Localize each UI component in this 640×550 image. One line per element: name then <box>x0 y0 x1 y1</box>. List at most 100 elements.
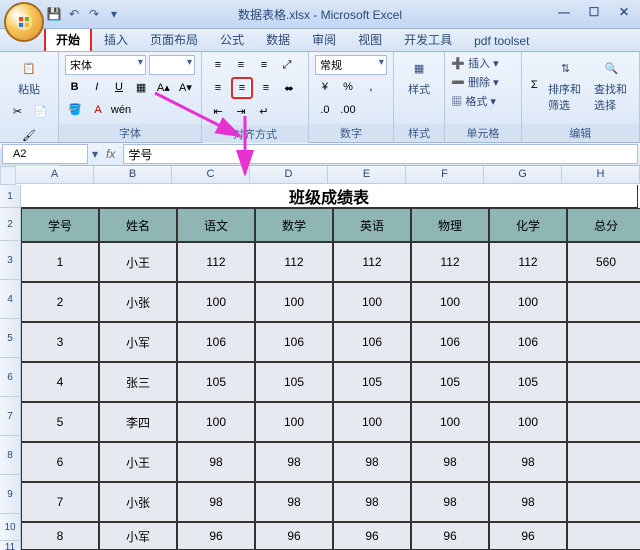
data-cell[interactable]: 98 <box>489 442 567 482</box>
tab-review[interactable]: 审阅 <box>302 28 346 51</box>
row-header[interactable]: 7 <box>0 397 21 436</box>
data-cell[interactable]: 100 <box>255 402 333 442</box>
header-cell[interactable]: 总分 <box>567 208 640 242</box>
data-cell[interactable]: 5 <box>21 402 99 442</box>
currency-icon[interactable]: ¥ <box>315 77 335 97</box>
font-size-select[interactable] <box>149 55 195 75</box>
data-cell[interactable]: 112 <box>333 242 411 282</box>
data-cell[interactable]: 98 <box>177 442 255 482</box>
row-header[interactable]: 6 <box>0 358 21 397</box>
grid[interactable]: 班级成绩表学号姓名语文数学英语物理化学总分1小王1121121121121125… <box>21 185 640 550</box>
data-cell[interactable]: 112 <box>411 242 489 282</box>
data-cell[interactable]: 6 <box>21 442 99 482</box>
col-header[interactable]: E <box>328 166 406 184</box>
data-cell[interactable]: 1 <box>21 242 99 282</box>
indent-decrease-icon[interactable]: ⇤ <box>208 101 228 121</box>
data-cell[interactable]: 98 <box>255 442 333 482</box>
align-right-icon[interactable]: ≡ <box>256 78 276 98</box>
col-header[interactable]: H <box>562 166 640 184</box>
data-cell[interactable]: 96 <box>333 522 411 550</box>
data-cell[interactable]: 98 <box>411 442 489 482</box>
tab-view[interactable]: 视图 <box>348 28 392 51</box>
paste-button[interactable]: 📋 粘贴 <box>14 55 44 99</box>
data-cell[interactable]: 100 <box>411 282 489 322</box>
data-cell[interactable] <box>567 402 640 442</box>
col-header[interactable]: G <box>484 166 562 184</box>
minimize-button[interactable]: — <box>554 4 574 20</box>
align-top-icon[interactable]: ≡ <box>208 55 228 75</box>
tab-home[interactable]: 开始 <box>44 26 92 51</box>
data-cell[interactable]: 560 <box>567 242 640 282</box>
col-header[interactable]: D <box>250 166 328 184</box>
align-middle-icon[interactable]: ≡ <box>231 55 251 75</box>
tab-pdf-toolset[interactable]: pdf toolset <box>464 31 539 51</box>
data-cell[interactable]: 105 <box>255 362 333 402</box>
col-header[interactable]: C <box>172 166 250 184</box>
save-icon[interactable]: 💾 <box>46 6 62 22</box>
data-cell[interactable]: 98 <box>177 482 255 522</box>
data-cell[interactable]: 105 <box>177 362 255 402</box>
font-name-select[interactable]: 宋体 <box>65 55 146 75</box>
row-header[interactable]: 9 <box>0 475 21 514</box>
data-cell[interactable] <box>567 362 640 402</box>
increase-decimal-icon[interactable]: .0 <box>315 100 335 120</box>
row-header[interactable]: 4 <box>0 280 21 319</box>
data-cell[interactable]: 106 <box>177 322 255 362</box>
data-cell[interactable]: 112 <box>177 242 255 282</box>
data-cell[interactable]: 2 <box>21 282 99 322</box>
fx-icon[interactable]: fx <box>102 147 119 161</box>
col-header[interactable]: A <box>16 166 94 184</box>
indent-increase-icon[interactable]: ⇥ <box>231 101 251 121</box>
data-cell[interactable]: 100 <box>411 402 489 442</box>
row-header[interactable]: 11 <box>0 541 21 550</box>
data-cell[interactable]: 4 <box>21 362 99 402</box>
cut-icon[interactable]: ✂ <box>8 101 28 121</box>
formula-input[interactable]: 学号 <box>123 144 638 164</box>
data-cell[interactable] <box>567 522 640 550</box>
header-cell[interactable]: 英语 <box>333 208 411 242</box>
namebox-dropdown-icon[interactable]: ▾ <box>92 147 98 161</box>
data-cell[interactable]: 100 <box>177 282 255 322</box>
data-cell[interactable]: 小王 <box>99 242 177 282</box>
data-cell[interactable]: 105 <box>411 362 489 402</box>
align-bottom-icon[interactable]: ≡ <box>254 55 274 75</box>
undo-icon[interactable]: ↶ <box>66 6 82 22</box>
data-cell[interactable]: 100 <box>489 282 567 322</box>
data-cell[interactable]: 100 <box>255 282 333 322</box>
insert-cells-button[interactable]: ➕ 插入 ▾ <box>451 55 498 71</box>
qa-more-icon[interactable]: ▾ <box>106 6 122 22</box>
align-center-icon[interactable]: ≡ <box>231 77 253 99</box>
data-cell[interactable]: 100 <box>177 402 255 442</box>
row-header[interactable]: 8 <box>0 436 21 475</box>
header-cell[interactable]: 姓名 <box>99 208 177 242</box>
redo-icon[interactable]: ↷ <box>86 6 102 22</box>
tab-formulas[interactable]: 公式 <box>210 28 254 51</box>
data-cell[interactable]: 98 <box>333 482 411 522</box>
data-cell[interactable]: 106 <box>489 322 567 362</box>
header-cell[interactable]: 语文 <box>177 208 255 242</box>
data-cell[interactable] <box>567 442 640 482</box>
data-cell[interactable] <box>567 482 640 522</box>
font-color-button[interactable]: A <box>88 100 108 120</box>
col-header[interactable]: F <box>406 166 484 184</box>
data-cell[interactable]: 8 <box>21 522 99 550</box>
fill-color-button[interactable]: 🪣 <box>65 100 85 120</box>
data-cell[interactable]: 小军 <box>99 522 177 550</box>
data-cell[interactable]: 小张 <box>99 282 177 322</box>
title-cell[interactable]: 班级成绩表 <box>21 185 638 208</box>
data-cell[interactable]: 112 <box>255 242 333 282</box>
data-cell[interactable]: 106 <box>255 322 333 362</box>
data-cell[interactable]: 98 <box>489 482 567 522</box>
data-cell[interactable]: 100 <box>333 402 411 442</box>
data-cell[interactable]: 98 <box>411 482 489 522</box>
office-button[interactable] <box>4 2 44 42</box>
format-painter-icon[interactable]: 🖌 <box>19 125 39 145</box>
align-left-icon[interactable]: ≡ <box>208 78 228 98</box>
bold-button[interactable]: B <box>65 77 84 97</box>
data-cell[interactable]: 96 <box>489 522 567 550</box>
data-cell[interactable] <box>567 322 640 362</box>
header-cell[interactable]: 化学 <box>489 208 567 242</box>
cell-styles-button[interactable]: ▦ 样式 <box>400 55 438 99</box>
row-header[interactable]: 10 <box>0 514 21 541</box>
row-header[interactable]: 5 <box>0 319 21 358</box>
